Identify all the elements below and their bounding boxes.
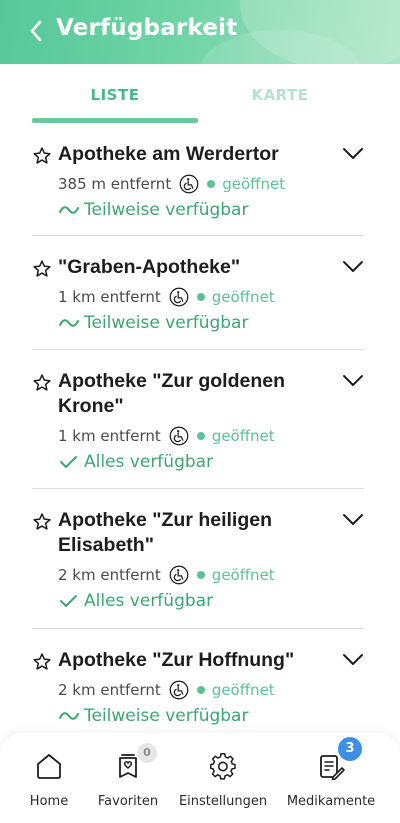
availability: Alles verfügbar xyxy=(58,591,213,611)
pharmacy-name: Apotheke "Zur Hoffnung" xyxy=(58,649,295,671)
tab-liste[interactable]: LISTE xyxy=(0,86,230,104)
favorites-count-badge: 0 xyxy=(137,743,157,763)
pharmacy-meta: 2 km entfernt geöffnet xyxy=(58,680,275,700)
open-status-text: geöffnet xyxy=(211,427,275,445)
nav-medikamente[interactable]: 3 Medikamente xyxy=(284,737,378,809)
distance-text: 1 km entfernt xyxy=(58,427,161,445)
open-status-dot xyxy=(196,432,205,440)
chevron-down-icon[interactable] xyxy=(342,259,364,275)
open-status-dot xyxy=(207,180,216,188)
chevron-down-icon[interactable] xyxy=(342,652,364,668)
bottom-navigation: Home 0 Favoriten Einstellungen 3 Medikam… xyxy=(0,733,400,823)
distance-text: 2 km entfernt xyxy=(58,566,161,584)
nav-label: Medikamente xyxy=(286,794,376,809)
pharmacy-name: "Graben-Apotheke" xyxy=(58,256,241,278)
star-icon[interactable] xyxy=(32,146,52,166)
availability-text: Teilweise verfügbar xyxy=(84,200,249,220)
pharmacy-meta: 1 km entfernt geöffnet xyxy=(58,287,275,307)
availability: Teilweise verfügbar xyxy=(58,706,248,726)
pharmacy-meta: 1 km entfernt geöffnet xyxy=(58,426,275,446)
tilde-icon xyxy=(59,206,79,214)
chevron-down-icon[interactable] xyxy=(342,512,364,528)
pharmacy-name: Apotheke am Werdertor xyxy=(58,143,279,165)
pharmacy-meta: 385 m entfernt geöffnet xyxy=(58,174,285,194)
page-title: Verfügbarkeit xyxy=(56,15,238,41)
availability: Teilweise verfügbar xyxy=(58,313,248,333)
wheelchair-icon xyxy=(169,287,189,307)
tab-bar: LISTE KARTE xyxy=(0,64,400,124)
open-status-text: geöffnet xyxy=(222,175,286,193)
open-status-dot xyxy=(196,686,205,694)
open-status-text: geöffnet xyxy=(211,681,275,699)
active-tab-indicator xyxy=(32,118,198,123)
wheelchair-icon xyxy=(169,426,189,446)
check-icon xyxy=(60,456,77,468)
availability-text: Teilweise verfügbar xyxy=(84,706,249,726)
chevron-down-icon[interactable] xyxy=(342,146,364,162)
tilde-icon xyxy=(59,319,79,327)
home-icon xyxy=(37,754,61,779)
nav-label: Favoriten xyxy=(97,794,159,809)
wheelchair-icon xyxy=(169,680,189,700)
availability-text: Alles verfügbar xyxy=(84,452,214,472)
tilde-icon xyxy=(59,712,79,720)
availability: Teilweise verfügbar xyxy=(58,200,248,220)
nav-favoriten[interactable]: 0 Favoriten xyxy=(94,743,162,809)
check-icon xyxy=(60,595,77,607)
medication-count-badge: 3 xyxy=(338,737,362,761)
distance-text: 385 m entfernt xyxy=(58,175,172,193)
divider xyxy=(32,488,364,489)
distance-text: 2 km entfernt xyxy=(58,681,161,699)
app-header: Verfügbarkeit xyxy=(0,0,400,64)
open-status-text: geöffnet xyxy=(211,288,275,306)
nav-home[interactable]: Home xyxy=(20,751,78,809)
tab-karte[interactable]: KARTE xyxy=(200,86,360,104)
pharmacy-name: Apotheke "Zur goldenen Krone" xyxy=(58,370,286,417)
distance-text: 1 km entfernt xyxy=(58,288,161,306)
divider xyxy=(32,349,364,350)
open-status-dot xyxy=(196,571,205,579)
nav-einstellungen[interactable]: Einstellungen xyxy=(176,751,270,809)
star-icon[interactable] xyxy=(32,512,52,532)
availability-text: Alles verfügbar xyxy=(84,591,214,611)
open-status-text: geöffnet xyxy=(211,566,275,584)
nav-label: Einstellungen xyxy=(178,794,268,809)
pharmacy-meta: 2 km entfernt geöffnet xyxy=(58,565,275,585)
wheelchair-icon xyxy=(179,174,199,194)
chevron-left-icon xyxy=(30,20,42,42)
back-button[interactable] xyxy=(22,17,50,45)
pharmacy-name: Apotheke "Zur heiligen Elisabeth" xyxy=(58,509,273,556)
star-icon[interactable] xyxy=(32,259,52,279)
wheelchair-icon xyxy=(169,565,189,585)
divider xyxy=(32,628,364,629)
availability: Alles verfügbar xyxy=(58,452,213,472)
star-icon[interactable] xyxy=(32,652,52,672)
nav-label: Home xyxy=(29,794,69,809)
availability-text: Teilweise verfügbar xyxy=(84,313,249,333)
gear-icon xyxy=(210,753,236,780)
star-icon[interactable] xyxy=(32,373,52,393)
divider xyxy=(32,235,364,236)
chevron-down-icon[interactable] xyxy=(342,373,364,389)
open-status-dot xyxy=(196,293,205,301)
